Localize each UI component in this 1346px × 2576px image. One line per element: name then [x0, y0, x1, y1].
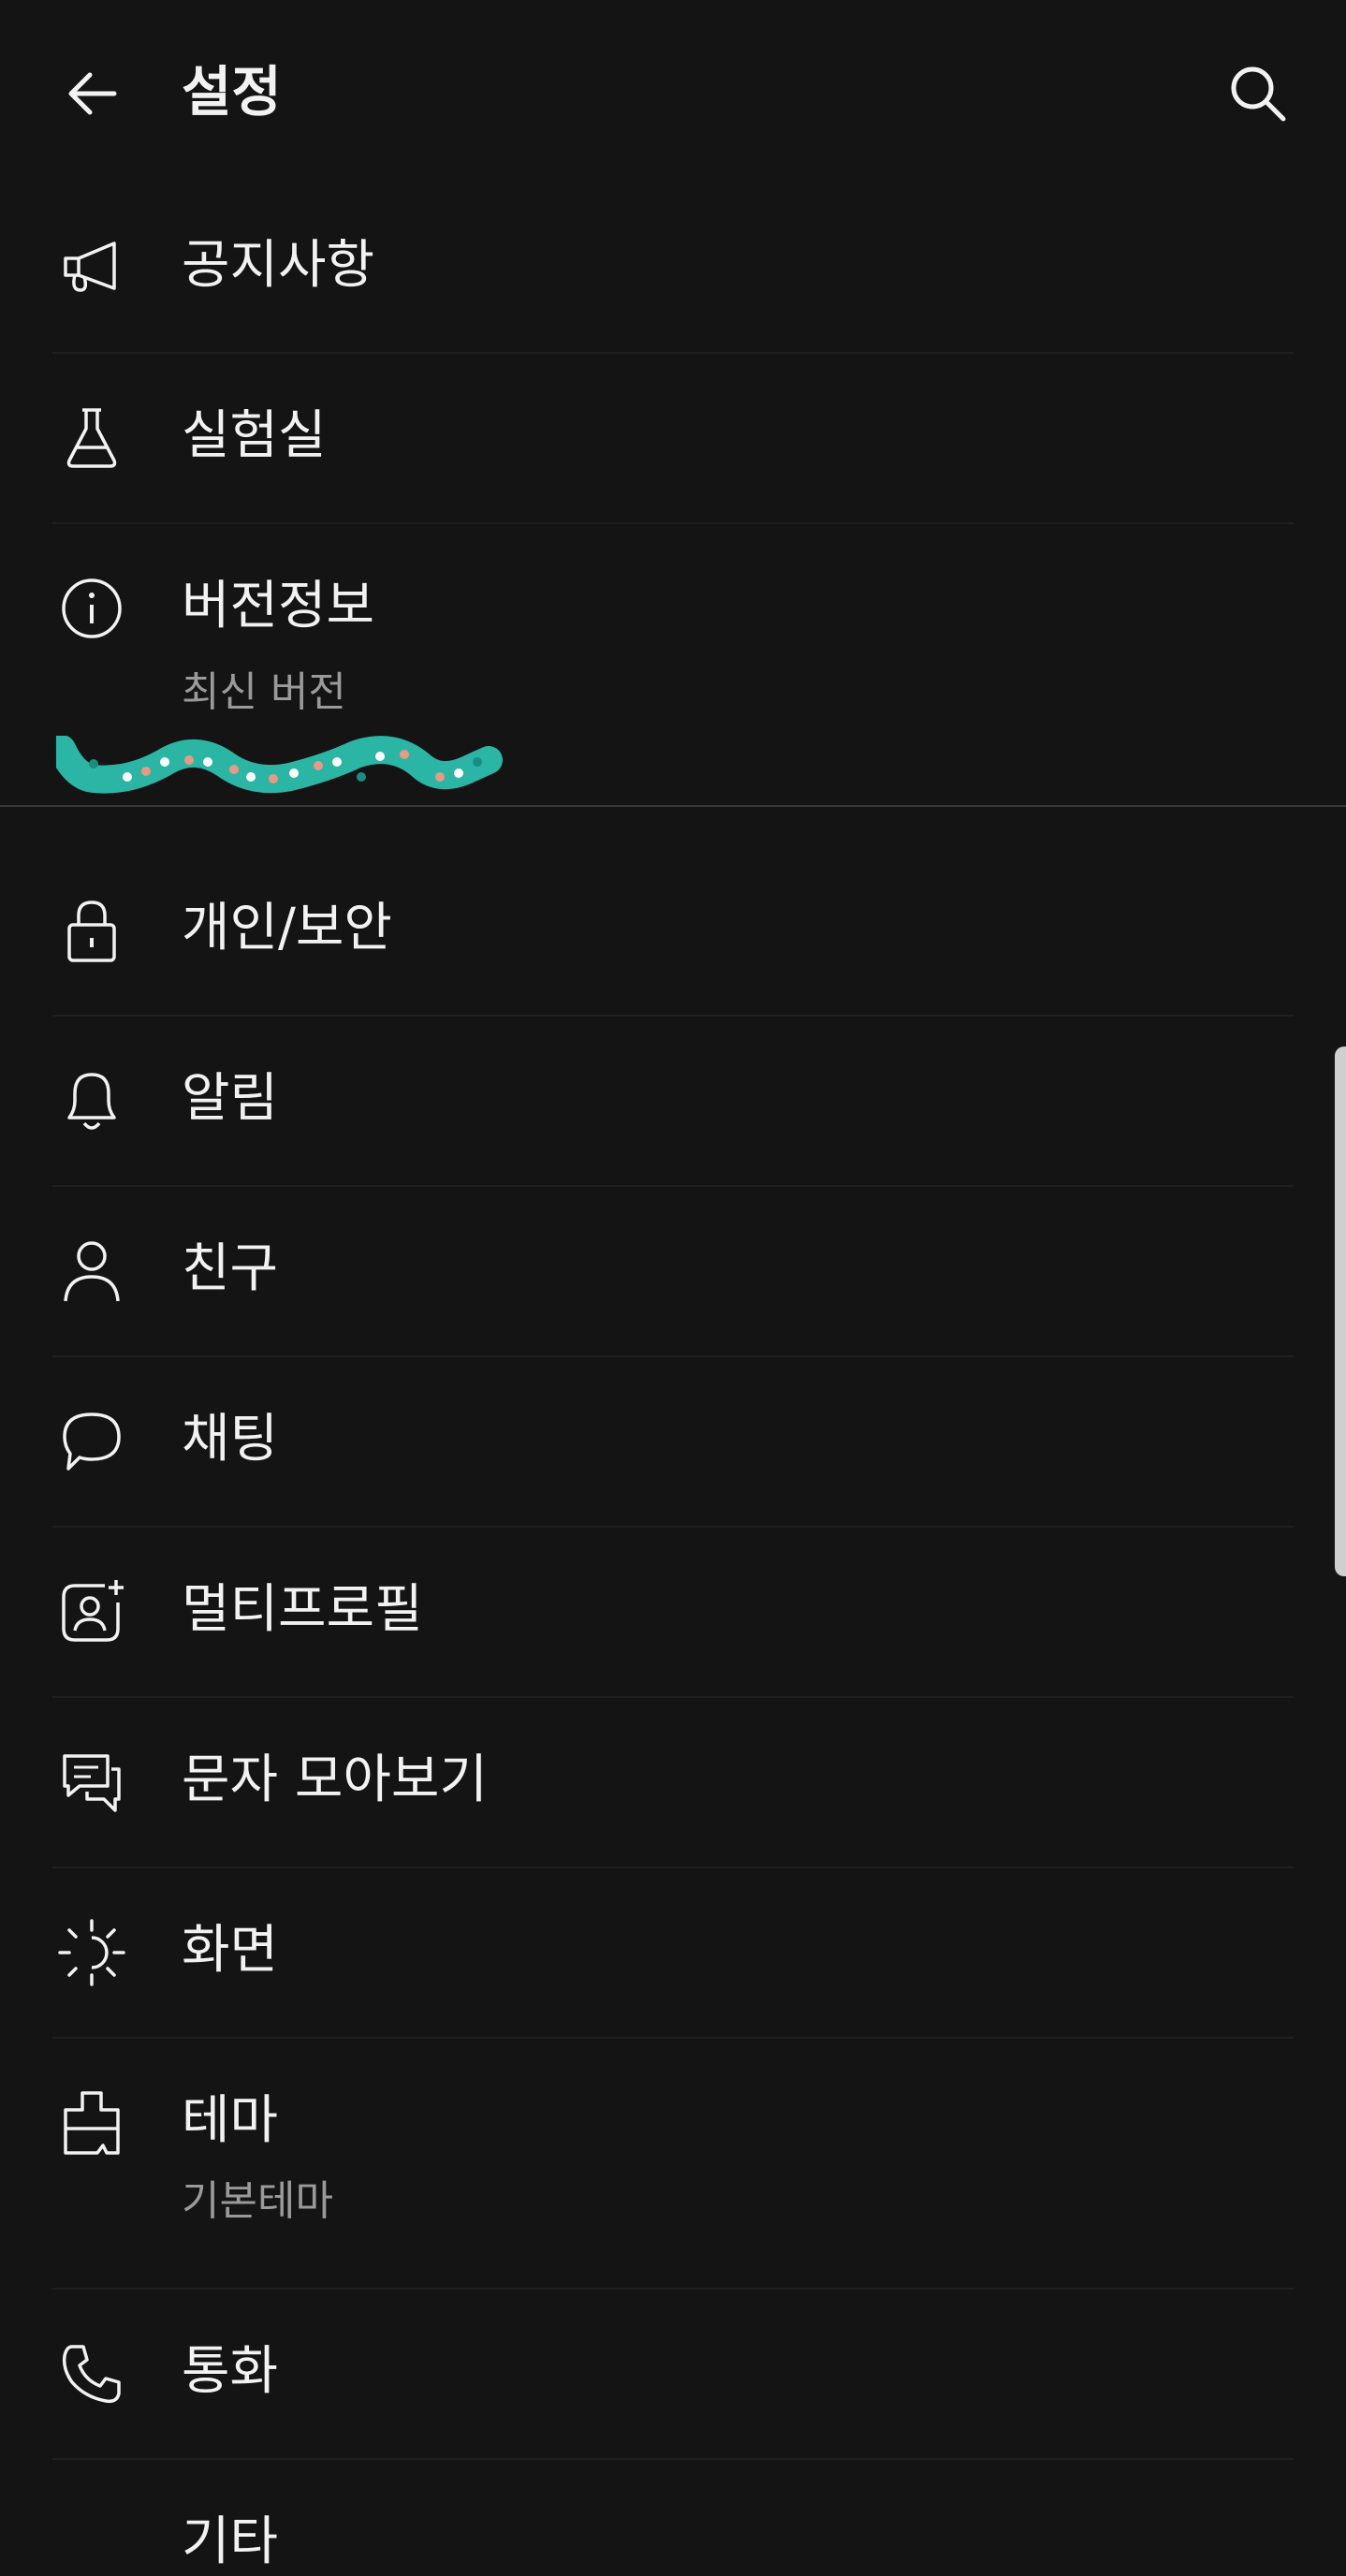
settings-item-call[interactable]: 통화	[0, 2290, 1346, 2458]
settings-item-label: 공지사항	[182, 235, 375, 296]
arrow-left-icon	[68, 72, 117, 115]
settings-item-label: 버전정보	[182, 576, 375, 637]
settings-item-sublabel: 최신 버전	[182, 668, 346, 716]
settings-item-label: 화면	[182, 1920, 279, 1981]
person-icon	[56, 1236, 127, 1307]
settings-item-label: 테마	[182, 2090, 279, 2151]
settings-item-display[interactable]: 화면	[0, 1868, 1346, 2039]
settings-item-label: 기타	[182, 2511, 279, 2572]
search-icon	[1231, 66, 1286, 122]
message-icon	[56, 1747, 127, 1818]
theme-brush-icon	[56, 2087, 127, 2159]
phone-icon	[56, 2338, 127, 2409]
brightness-icon	[56, 1917, 127, 1988]
settings-item-label: 실험실	[182, 405, 327, 466]
update-decoration-icon	[56, 736, 503, 794]
megaphone-icon	[56, 232, 127, 303]
settings-item-privacy[interactable]: 개인/보안	[0, 807, 1346, 1015]
lock-icon	[56, 895, 127, 966]
flask-icon	[56, 402, 127, 474]
settings-item-lab[interactable]: 실험실	[0, 354, 1346, 524]
info-icon	[56, 573, 127, 644]
search-button[interactable]	[1213, 49, 1303, 139]
settings-item-label: 통화	[182, 2341, 279, 2402]
settings-item-theme[interactable]: 테마 기본테마	[0, 2039, 1346, 2288]
settings-item-label: 채팅	[182, 1409, 279, 1470]
settings-item-label: 문자 모아보기	[182, 1749, 488, 1810]
settings-item-label: 멀티프로필	[182, 1579, 423, 1640]
settings-item-notice[interactable]: 공지사항	[0, 183, 1346, 352]
settings-item-messages[interactable]: 문자 모아보기	[0, 1698, 1346, 1868]
scrollbar-handle[interactable]	[1335, 1046, 1346, 1576]
settings-item-label: 개인/보안	[182, 898, 392, 959]
settings-item-version[interactable]: 버전정보 최신 버전	[0, 524, 1346, 805]
settings-item-sublabel: 기본테마	[182, 2177, 333, 2225]
settings-item-etc[interactable]: 기타	[0, 2460, 1346, 2572]
app-header: 설정	[0, 0, 1346, 183]
bell-icon	[56, 1065, 127, 1136]
multi-profile-icon	[56, 1576, 127, 1647]
page-title: 설정	[182, 60, 282, 124]
settings-item-multiprofile[interactable]: 멀티프로필	[0, 1528, 1346, 1698]
back-button[interactable]	[49, 49, 139, 139]
settings-item-notifications[interactable]: 알림	[0, 1017, 1346, 1187]
settings-item-chat[interactable]: 채팅	[0, 1357, 1346, 1528]
chat-bubble-icon	[56, 1406, 127, 1477]
settings-item-label: 알림	[182, 1068, 279, 1129]
settings-item-label: 친구	[182, 1238, 279, 1299]
settings-item-friends[interactable]: 친구	[0, 1187, 1346, 1357]
